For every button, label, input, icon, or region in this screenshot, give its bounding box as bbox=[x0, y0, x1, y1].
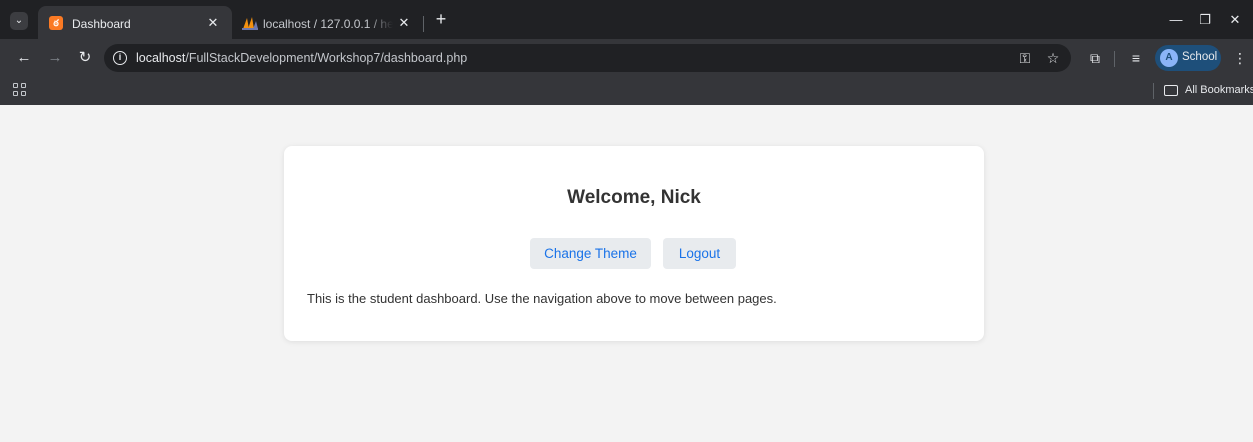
close-icon[interactable]: ✕ bbox=[205, 15, 221, 31]
reading-list-icon[interactable]: ≡ bbox=[1126, 48, 1146, 68]
avatar: A bbox=[1160, 49, 1178, 67]
page-title: Welcome, Nick bbox=[567, 187, 701, 208]
tab-phpmyadmin[interactable]: localhost / 127.0.0.1 / herald_db ✕ bbox=[236, 6, 416, 39]
site-info-icon[interactable]: i bbox=[113, 51, 127, 65]
address-bar[interactable]: i localhost/FullStackDevelopment/Worksho… bbox=[104, 44, 1071, 72]
folder-icon[interactable] bbox=[1164, 85, 1178, 96]
chevron-down-icon: ⌄ bbox=[14, 15, 24, 26]
logout-button[interactable]: Logout bbox=[663, 238, 736, 269]
tab-title: Dashboard bbox=[72, 17, 131, 31]
close-icon[interactable]: ✕ bbox=[396, 15, 412, 31]
forward-arrow-icon[interactable]: → bbox=[45, 48, 65, 68]
minimize-icon[interactable]: — bbox=[1164, 10, 1188, 30]
phpmyadmin-icon bbox=[242, 17, 258, 30]
tab-title: localhost / 127.0.0.1 / herald_db bbox=[263, 17, 393, 31]
toolbar-divider bbox=[1114, 51, 1115, 67]
browser-toolbar: ← → ↻ i localhost/FullStackDevelopment/W… bbox=[0, 39, 1253, 77]
menu-dots-icon[interactable]: ⋮ bbox=[1230, 48, 1250, 68]
all-bookmarks-link[interactable]: All Bookmarks bbox=[1185, 84, 1253, 96]
page-viewport: Welcome, Nick Change Theme Logout This i… bbox=[0, 105, 1253, 442]
window-close-icon[interactable]: ✕ bbox=[1223, 10, 1247, 30]
tab-search-button[interactable]: ⌄ bbox=[10, 12, 28, 30]
tab-divider bbox=[423, 16, 424, 32]
new-tab-button[interactable]: + bbox=[431, 9, 451, 29]
back-arrow-icon[interactable]: ← bbox=[14, 48, 34, 68]
reload-icon[interactable]: ↻ bbox=[75, 48, 95, 68]
password-key-icon[interactable]: ⚿ bbox=[1016, 49, 1034, 67]
bookmark-star-icon[interactable]: ☆ bbox=[1044, 49, 1062, 67]
tab-dashboard[interactable]: ఠ Dashboard ✕ bbox=[38, 6, 232, 39]
profile-button[interactable]: A School bbox=[1155, 45, 1221, 71]
tab-strip: ⌄ ఠ Dashboard ✕ localhost / 127.0.0.1 / … bbox=[0, 0, 1253, 39]
bookmarks-divider bbox=[1153, 83, 1154, 99]
dashboard-card: Welcome, Nick Change Theme Logout This i… bbox=[284, 146, 984, 341]
profile-label: School bbox=[1182, 51, 1218, 63]
change-theme-button[interactable]: Change Theme bbox=[530, 238, 651, 269]
dashboard-description: This is the student dashboard. Use the n… bbox=[307, 291, 777, 306]
apps-grid-icon[interactable] bbox=[13, 83, 27, 97]
url-text[interactable]: localhost/FullStackDevelopment/Workshop7… bbox=[136, 51, 467, 65]
extensions-icon[interactable]: ⧉ bbox=[1085, 48, 1105, 68]
bookmarks-bar: All Bookmarks bbox=[0, 77, 1253, 105]
xampp-icon: ఠ bbox=[49, 16, 63, 30]
restore-icon[interactable]: ❐ bbox=[1193, 10, 1217, 30]
